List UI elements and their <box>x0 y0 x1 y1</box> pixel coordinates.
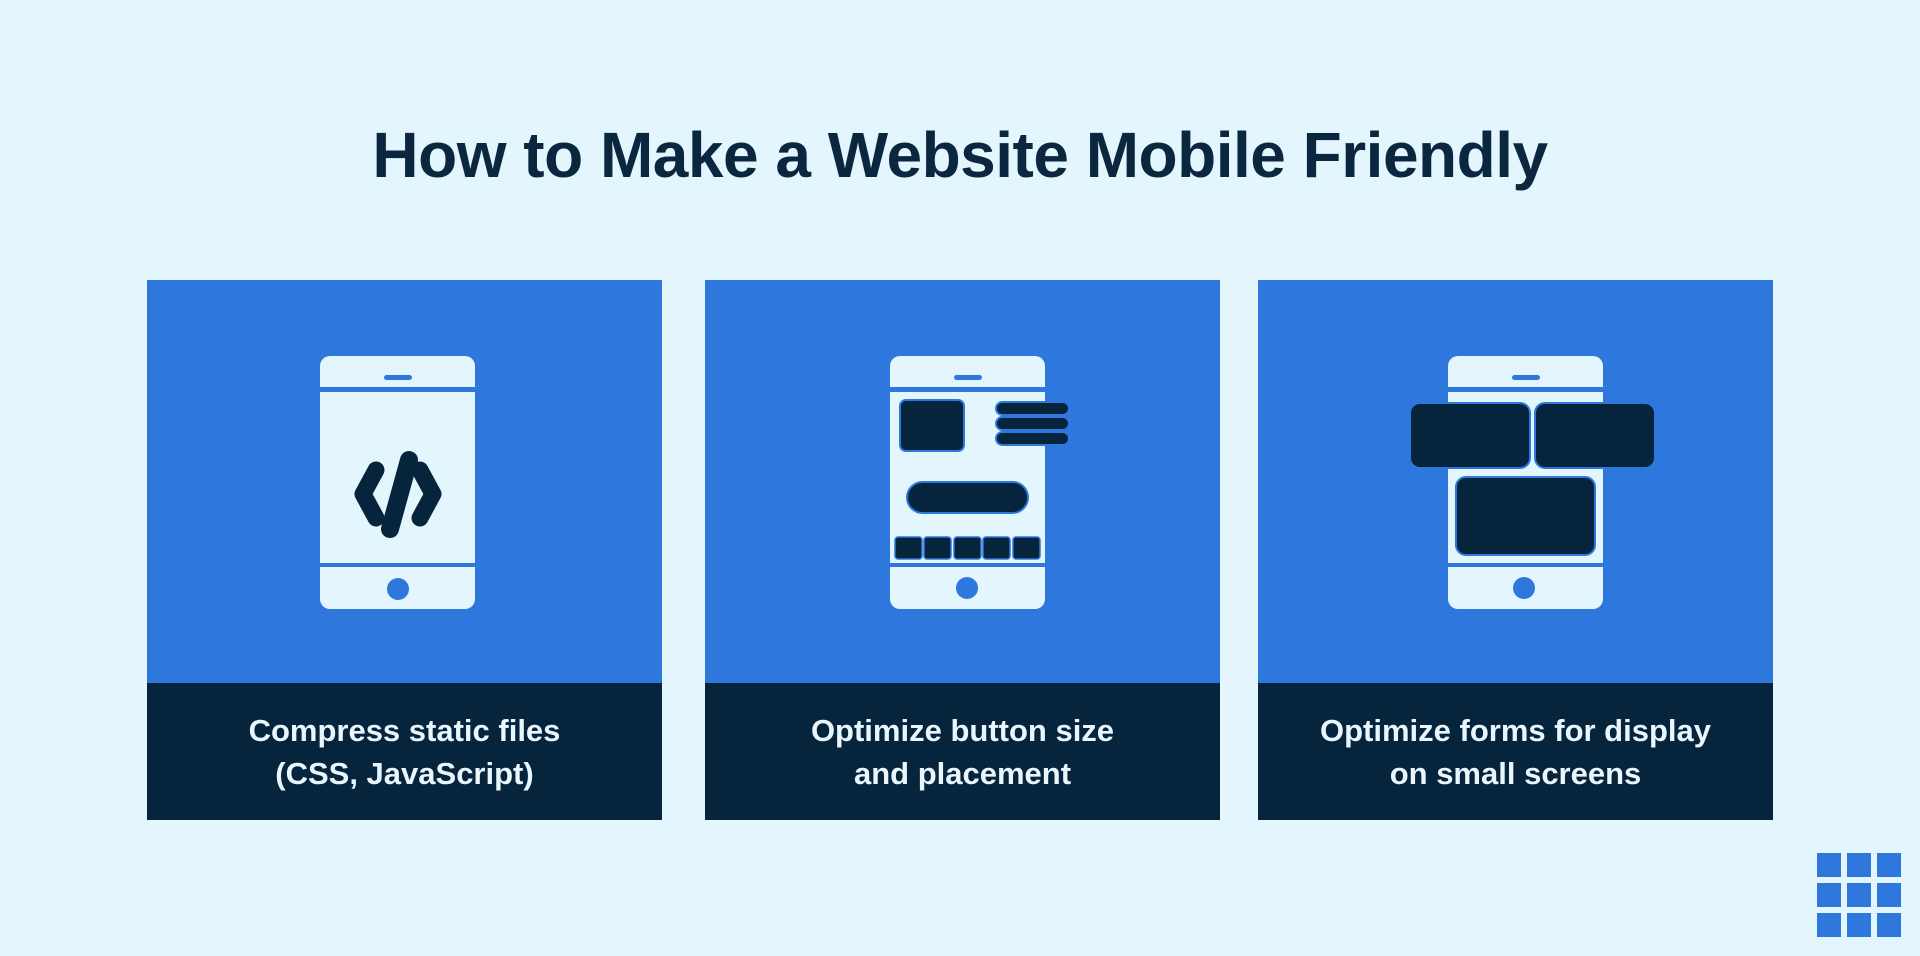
grid-logo-cell <box>1817 913 1841 937</box>
grid-logo-cell <box>1877 883 1901 907</box>
grid-logo-cell <box>1877 913 1901 937</box>
tip-card-forms: Optimize forms for display on small scre… <box>1258 280 1773 820</box>
card-caption-area: Optimize button size and placement <box>705 683 1220 820</box>
grid-logo-cell <box>1847 913 1871 937</box>
phone-buttons-layout-icon <box>890 356 1070 609</box>
card-caption: Optimize forms for display on small scre… <box>1319 712 1711 791</box>
grid-logo-cell <box>1817 883 1841 907</box>
card-illustration-area <box>705 280 1220 683</box>
grid-logo-cell <box>1817 853 1841 877</box>
card-illustration-area <box>147 280 662 683</box>
card-caption-area: Optimize forms for display on small scre… <box>1258 683 1773 820</box>
grid-logo-cell <box>1877 853 1901 877</box>
card-illustration-area <box>1258 280 1773 683</box>
grid-logo-icon <box>1817 853 1901 937</box>
page-title: How to Make a Website Mobile Friendly <box>372 119 1548 191</box>
tip-card-compress-files: Compress static files (CSS, JavaScript) <box>147 280 662 820</box>
grid-logo-cell <box>1847 853 1871 877</box>
phone-code-icon <box>320 356 475 609</box>
tip-card-button-size: Optimize button size and placement <box>705 280 1220 820</box>
phone-forms-icon <box>1409 356 1656 609</box>
card-caption: Optimize button size and placement <box>810 712 1115 791</box>
card-caption: Compress static files (CSS, JavaScript) <box>248 712 561 791</box>
card-caption-area: Compress static files (CSS, JavaScript) <box>147 683 662 820</box>
grid-logo-cell <box>1847 883 1871 907</box>
